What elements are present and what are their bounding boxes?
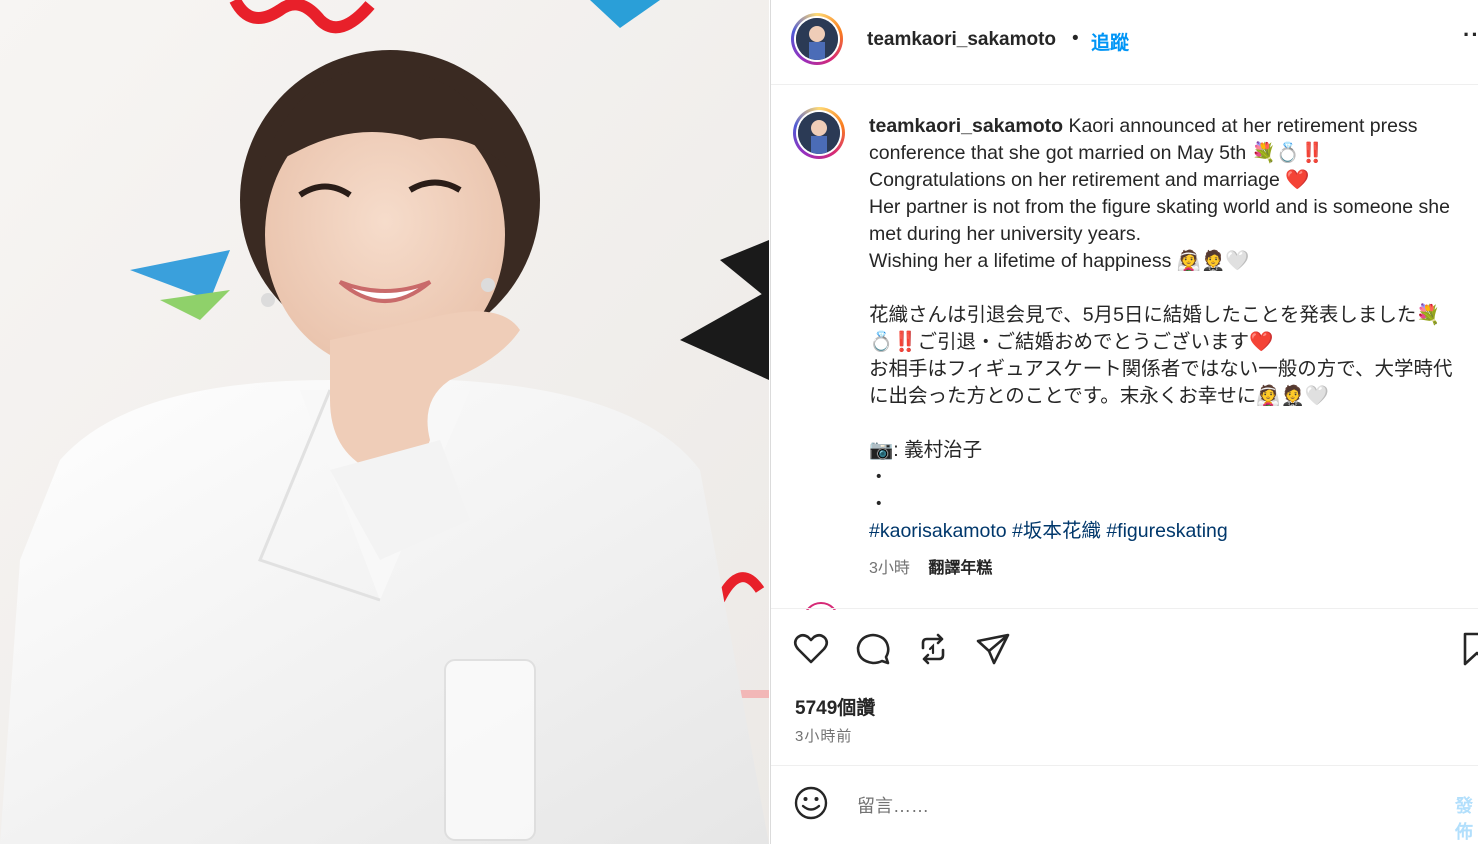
post-details-pane: teamkaori_sakamoto • 追蹤 ··· teamkaori_sa… [770,0,1478,844]
comment-input[interactable] [855,791,1419,821]
follow-button[interactable]: 追蹤 [1091,28,1129,55]
caption-line-en-3: Her partner is not from the figure skati… [869,196,1450,245]
post-photo[interactable] [0,0,769,844]
caption-dot: ・ [869,466,889,488]
share-icon[interactable] [975,631,1011,667]
post-header: teamkaori_sakamoto • 追蹤 ··· [771,0,1478,85]
caption-line-jp-2: お相手はフィギュアスケート関係者ではない一般の方で、大学時代に出会った方とのこと… [869,358,1453,407]
caption-username[interactable]: teamkaori_sakamoto [869,115,1063,137]
header-separator: • [1072,28,1079,49]
post-timestamp: 3小時前 [795,728,853,745]
caption-line-jp-1: 花織さんは引退会見で、5月5日に結婚したことを発表しました💐💍‼️ご引退・ご結婚… [869,304,1441,353]
author-avatar[interactable] [791,13,843,65]
caption-hashtags[interactable]: #kaorisakamoto #坂本花織 #figureskating [869,518,1467,545]
comment-bar: 發佈 [771,765,1478,844]
caption-time: 3小時 [869,560,910,577]
caption-dot: ・ [869,493,889,515]
likes-count[interactable]: 5749個讚 [795,693,875,720]
caption-avatar[interactable] [793,107,845,159]
emoji-icon[interactable] [793,785,829,821]
action-bar: 5749個讚 3小時前 [771,608,1478,766]
caption-meta: 3小時 翻譯年糕 [869,554,992,578]
heart-icon[interactable] [793,631,829,667]
caption-photo-credit: 📷: 義村治子 [869,439,983,461]
comment-icon[interactable] [855,631,891,667]
author-username[interactable]: teamkaori_sakamoto [867,29,1056,51]
caption-line-en-4: Wishing her a lifetime of happiness 👰🤵🤍 [869,250,1250,272]
press-conference-photo [0,0,769,844]
translate-button[interactable]: 翻譯年糕 [928,560,992,577]
post-caption: teamkaori_sakamoto Kaori announced at he… [869,113,1467,545]
repost-icon[interactable] [915,631,951,667]
post-comment-button[interactable]: 發佈 [1455,792,1478,844]
more-options-icon[interactable]: ··· [1463,22,1478,48]
caption-line-en-2: Congratulations on her retirement and ma… [869,169,1310,191]
bookmark-icon[interactable] [1459,631,1478,667]
